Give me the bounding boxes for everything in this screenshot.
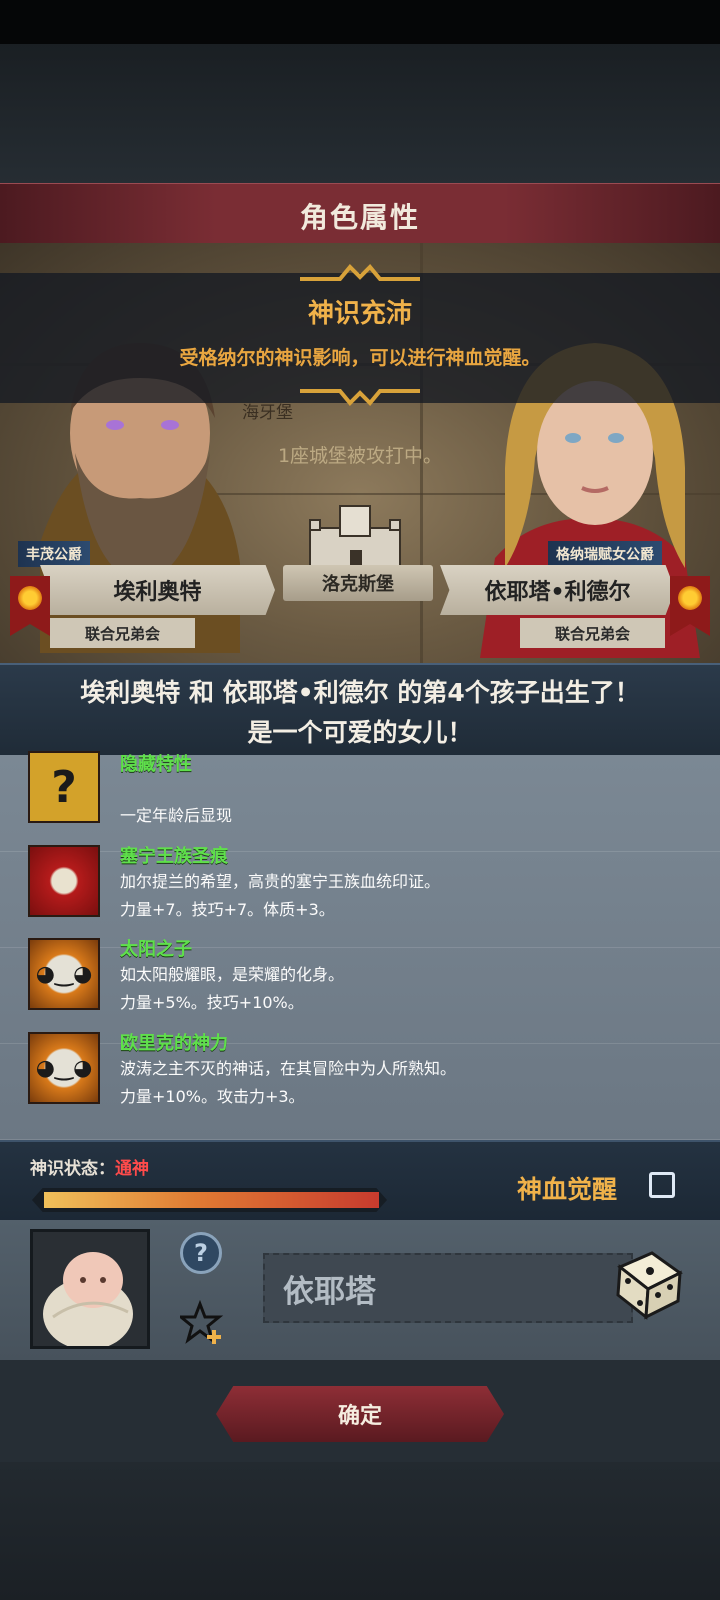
favorite-star-button[interactable] [180,1300,226,1346]
divinity-label-text: 神识状态： [30,1159,115,1179]
sun-face-icon: ◕‿◕ [28,938,100,1010]
location-label: 洛克斯堡 [283,565,433,601]
baby-icon [43,1252,133,1346]
help-button[interactable]: ? [180,1232,222,1274]
trait-description: 如太阳般耀眼，是荣耀的化身。 [120,965,345,984]
divinity-progress-fill [44,1192,379,1208]
notice-title: 神识充沛 [307,299,412,329]
confirm-button[interactable]: 确定 [216,1386,504,1442]
child-info-row: ? 依耶塔 [0,1220,720,1360]
question-icon: ? [194,1239,208,1267]
dimmed-background-bottom [0,1462,720,1600]
mother-name: 依耶塔•利德尔 [440,565,675,615]
trait-effect: 力量+5%。技巧+10%。 [120,993,304,1012]
divinity-state-label: 神识状态：通神 [30,1154,149,1179]
trait-description: 加尔提兰的希望，高贵的塞宁王族血统印证。 [120,872,441,891]
trait-name: 隐藏特性 [120,754,192,775]
sun-emblem-icon [18,586,42,610]
blood-awaken-label: 神血觉醒 [517,1175,618,1204]
announcement-line-1: 埃利奥特 和 依耶塔•利德尔 的第4个孩子出生了！ [80,678,640,707]
dialog-header: 角色属性 [0,183,720,245]
birth-scene: 海牙堡 1座城堡被攻打中。 洛克斯堡 神识充沛 受格纳尔的神识影响，可以进行神血… [0,243,720,663]
announcement-line-2: 是一个可爱的女儿！ [247,718,473,747]
trait-item[interactable]: ◕‿◕ 太阳之子 如太阳般耀眼，是荣耀的化身。 力量+5%。技巧+10%。 [0,938,720,1044]
father-name: 埃利奥特 [40,565,275,615]
trait-name: 塞宁王族圣痕 [120,846,228,867]
sun-face-icon: ◕‿◕ [28,1032,100,1104]
child-portrait [30,1229,150,1349]
trait-name: 太阳之子 [120,939,192,960]
father-faction: 联合兄弟会 [50,618,195,648]
trait-description: 一定年龄后显现 [120,806,233,825]
trait-effect: 力量+10%。攻击力+3。 [120,1087,305,1106]
divinity-progress-bar [32,1188,387,1212]
trait-item[interactable]: ◕‿◕ 欧里克的神力 波涛之主不灭的神话，在其冒险中为人所熟知。 力量+10%。… [0,1032,720,1140]
ornament-bottom-icon [300,389,420,406]
holy-mark-icon [28,845,100,917]
dialog-title: 角色属性 [299,201,420,234]
child-name-input[interactable]: 依耶塔 [263,1253,633,1323]
blood-awaken-checkbox[interactable] [649,1172,675,1198]
notice-description: 受格纳尔的神识影响，可以进行神血觉醒。 [179,347,541,369]
birth-announcement: 埃利奥特 和 依耶塔•利德尔 的第4个孩子出生了！ 是一个可爱的女儿！ [0,663,720,759]
mother-title: 格纳瑞赋女公爵 [548,541,662,567]
trait-description: 波涛之主不灭的神话，在其冒险中为人所熟知。 [120,1059,457,1078]
trait-name: 欧里克的神力 [120,1033,228,1054]
mother-faction: 联合兄弟会 [520,618,665,648]
dimmed-background-top [0,44,720,184]
father-title: 丰茂公爵 [18,541,90,567]
sun-emblem-icon [678,586,702,610]
status-bar [0,0,720,44]
castle-icon [309,505,401,573]
trait-item[interactable]: 塞宁王族圣痕 加尔提兰的希望，高贵的塞宁王族血统印证。 力量+7。技巧+7。体质… [0,845,720,948]
divinity-state-value: 通神 [115,1159,149,1179]
question-icon: ? [28,751,100,823]
trait-item[interactable]: ? 隐藏特性 一定年龄后显现 [0,751,720,852]
trait-effect: 力量+7。技巧+7。体质+3。 [120,900,335,919]
random-name-dice-button[interactable] [610,1243,688,1321]
divinity-state-bar: 神识状态：通神 神血觉醒 [0,1140,720,1222]
ornament-top-icon [300,264,420,281]
trait-list[interactable]: ? 隐藏特性 一定年龄后显现 塞宁王族圣痕 加尔提兰的希望，高贵的塞宁王族血统印… [0,751,720,1140]
